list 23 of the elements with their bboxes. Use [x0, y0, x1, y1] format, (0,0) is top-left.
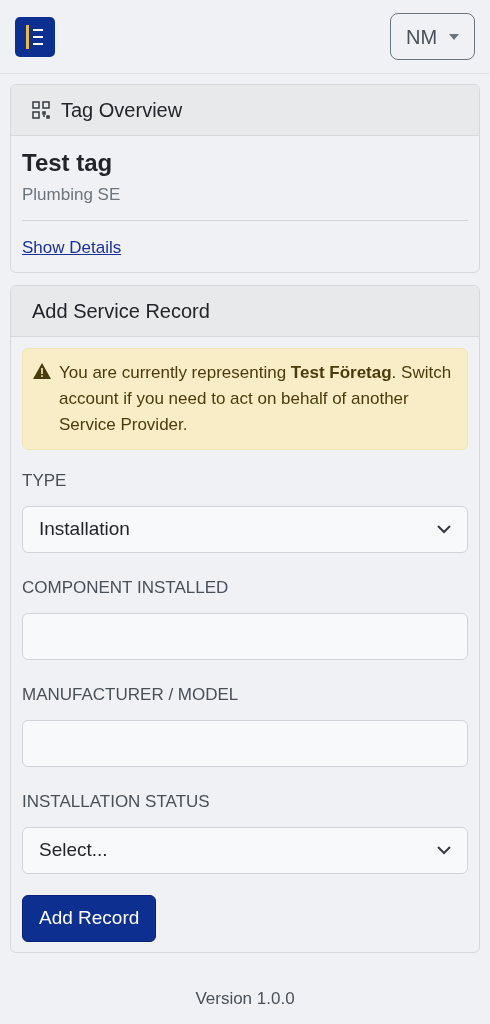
version-text: Version 1.0.0 [194, 988, 296, 1010]
add-record-button[interactable]: Add Record [22, 895, 157, 942]
warning-icon [33, 363, 51, 379]
chevron-down-icon [437, 846, 451, 855]
show-details-link[interactable]: Show Details [22, 237, 122, 257]
logo-icon [15, 16, 55, 57]
select-field[interactable]: Installation [22, 506, 468, 553]
tag-subtitle: Plumbing SE [22, 184, 122, 206]
field-label: INSTALLATION STATUS [22, 791, 211, 813]
caret-down-icon [449, 33, 460, 40]
user-menu-button[interactable]: NM [390, 13, 475, 60]
tag-name: Test tag [22, 148, 114, 178]
qr-code-icon [31, 100, 51, 120]
field-label: COMPONENT INSTALLED [22, 577, 230, 599]
alert-text: You are currently representing Test Företag. Switch account if you need to act on behalf of another Service Provider. [59, 362, 453, 436]
input-field[interactable] [22, 720, 468, 767]
card-title: Tag Overview [61, 98, 183, 123]
input-field[interactable] [22, 613, 468, 660]
select-field[interactable]: Select... [22, 827, 468, 874]
chevron-down-icon [437, 525, 451, 534]
field-label: MANUFACTURER / MODEL [22, 684, 240, 706]
card-title: Add Service Record [32, 299, 210, 324]
field-label: TYPE [22, 470, 68, 492]
